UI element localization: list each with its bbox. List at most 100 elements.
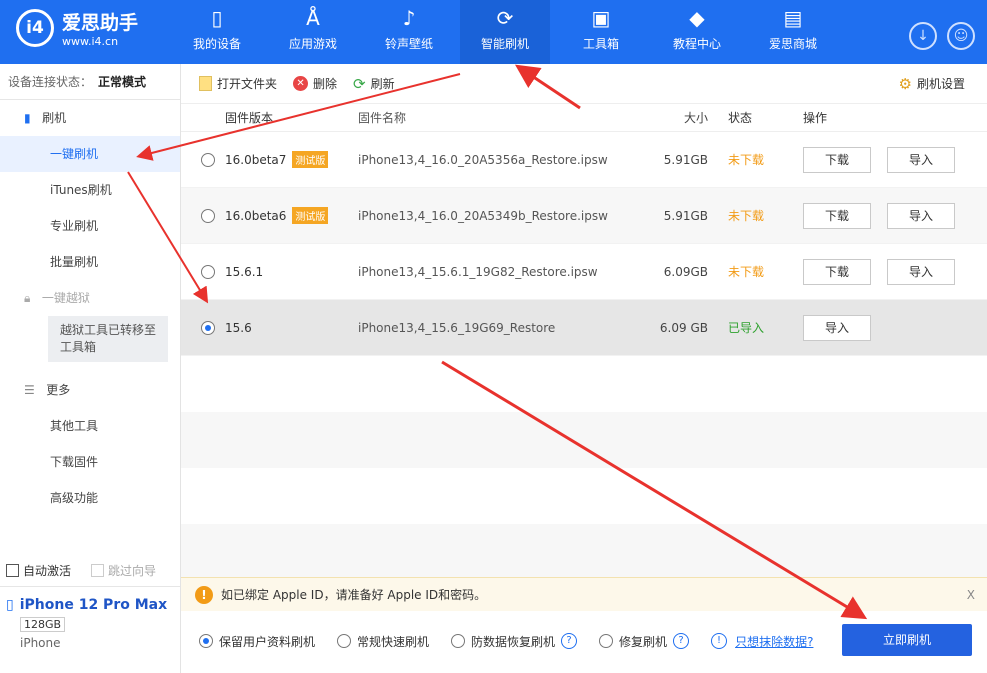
menu-icon: ☰ (24, 383, 35, 397)
button-label: 删除 (313, 75, 337, 92)
top-bar: i4 爱思助手www.i4.cn ▯我的设备 Å应用游戏 ♪铃声壁纸 ⟳智能刷机… (0, 0, 987, 64)
radio (599, 634, 613, 648)
open-folder-button[interactable]: 打开文件夹 (199, 75, 277, 92)
checkbox-label: 跳过向导 (108, 562, 156, 579)
firmware-size: 6.09 GB (648, 321, 708, 335)
help-icon[interactable]: ? (673, 633, 689, 649)
option-quick-flash[interactable]: 常规快速刷机 (337, 633, 429, 650)
folder-icon (199, 76, 212, 91)
sidebar-section-flash[interactable]: ▮ 刷机 (0, 100, 180, 136)
device-type: iPhone (20, 636, 174, 650)
table-row[interactable]: 15.6 iPhone13,4_15.6_19G69_Restore 6.09 … (181, 300, 987, 356)
table-row[interactable]: 16.0beta6测试版 iPhone13,4_16.0_20A5349b_Re… (181, 188, 987, 244)
table-row[interactable]: 16.0beta7测试版 iPhone13,4_16.0_20A5356a_Re… (181, 132, 987, 188)
skip-guide-checkbox[interactable]: 跳过向导 (91, 562, 156, 579)
import-button[interactable]: 导入 (803, 315, 871, 341)
apple-id-warning: ! 如已绑定 Apple ID，请准备好 Apple ID和密码。 X (181, 577, 987, 611)
nav-tutorials[interactable]: ◆ 教程中心 (652, 0, 742, 64)
nav-smart-flash[interactable]: ⟳智能刷机 (460, 0, 550, 64)
sidebar-item-batch-flash[interactable]: 批量刷机 (0, 244, 180, 280)
refresh-button[interactable]: ⟳刷新 (353, 75, 395, 93)
help-icon[interactable]: ? (561, 633, 577, 649)
nav-ringtones[interactable]: ♪铃声壁纸 (364, 0, 454, 64)
option-anti-recovery[interactable]: 防数据恢复刷机? (451, 633, 577, 650)
section-label: 一键越狱 (42, 291, 90, 305)
firmware-radio[interactable] (201, 153, 215, 167)
option-keep-data[interactable]: 保留用户资料刷机 (199, 633, 315, 650)
radio (451, 634, 465, 648)
sidebar-item-advanced[interactable]: 高级功能 (0, 480, 180, 516)
firmware-size: 6.09GB (648, 265, 708, 279)
flash-now-button[interactable]: 立即刷机 (842, 624, 972, 656)
nav-label: 工具箱 (556, 35, 646, 52)
nav-apps[interactable]: Å 应用游戏 (268, 0, 358, 64)
import-button[interactable]: 导入 (887, 147, 955, 173)
header-actions: 操作 (793, 109, 827, 126)
erase-data-link[interactable]: 只想抹除数据? (735, 633, 813, 650)
import-button[interactable]: 导入 (887, 203, 955, 229)
nav-label: 智能刷机 (460, 35, 550, 52)
delete-icon: ✕ (293, 76, 308, 91)
download-icon[interactable]: ↓ (909, 22, 937, 50)
firmware-radio[interactable] (201, 209, 215, 223)
nav-toolbox[interactable]: ▣工具箱 (556, 0, 646, 64)
lock-icon: 🔒︎ (24, 291, 30, 305)
nav-label: 应用游戏 (268, 35, 358, 52)
option-label: 防数据恢复刷机 (471, 633, 555, 650)
status-label: 设备连接状态： (8, 75, 92, 89)
firmware-version: 15.6 (225, 321, 252, 335)
sidebar-item-download-firmware[interactable]: 下载固件 (0, 444, 180, 480)
delete-button[interactable]: ✕ 删除 (293, 75, 337, 92)
close-icon[interactable]: X (967, 588, 975, 602)
sidebar-item-one-click-flash[interactable]: 一键刷机 (0, 136, 180, 172)
warning-text: 如已绑定 Apple ID，请准备好 Apple ID和密码。 (221, 586, 486, 603)
header-status: 状态 (708, 109, 793, 126)
firmware-name: iPhone13,4_15.6.1_19G82_Restore.ipsw (358, 265, 648, 279)
connection-status: 设备连接状态： 正常模式 (0, 64, 180, 100)
nav-label: 我的设备 (172, 35, 262, 52)
option-repair-flash[interactable]: 修复刷机? (599, 633, 689, 650)
table-row[interactable]: 15.6.1 iPhone13,4_15.6.1_19G82_Restore.i… (181, 244, 987, 300)
user-icon[interactable]: ☺ (947, 22, 975, 50)
download-button[interactable]: 下载 (803, 147, 871, 173)
button-label: 打开文件夹 (217, 75, 277, 92)
sidebar-item-itunes-flash[interactable]: iTunes刷机 (0, 172, 180, 208)
flash-options: 保留用户资料刷机 常规快速刷机 防数据恢复刷机? 修复刷机? ! 只想抹除数据?… (181, 612, 987, 670)
firmware-radio[interactable] (201, 265, 215, 279)
button-label: 刷机设置 (917, 75, 965, 92)
phone-icon: ▯ (172, 0, 262, 30)
firmware-radio[interactable] (201, 321, 215, 335)
beta-badge: 测试版 (292, 151, 328, 168)
firmware-size: 5.91GB (648, 153, 708, 167)
firmware-status: 未下载 (708, 151, 793, 168)
auto-activate-checkbox[interactable]: 自动激活 (6, 562, 71, 579)
nav-store[interactable]: ▤爱思商城 (748, 0, 838, 64)
phone-icon: ▯ (6, 597, 14, 613)
info-icon: ! (711, 633, 727, 649)
radio (337, 634, 351, 648)
jailbreak-note: 越狱工具已转移至工具箱 (48, 316, 168, 362)
graduation-icon: ◆ (652, 0, 742, 30)
firmware-version: 15.6.1 (225, 265, 263, 279)
sidebar: 设备连接状态： 正常模式 ▮ 刷机 一键刷机 iTunes刷机 专业刷机 批量刷机… (0, 64, 181, 673)
sidebar-item-pro-flash[interactable]: 专业刷机 (0, 208, 180, 244)
appstore-icon: Å (268, 0, 358, 30)
app-name: 爱思助手 (62, 8, 138, 35)
option-label: 修复刷机 (619, 633, 667, 650)
nav-my-device[interactable]: ▯ 我的设备 (172, 0, 262, 64)
sidebar-item-other-tools[interactable]: 其他工具 (0, 408, 180, 444)
firmware-name: iPhone13,4_15.6_19G69_Restore (358, 321, 648, 335)
flash-settings-button[interactable]: ⚙刷机设置 (899, 75, 965, 93)
firmware-version: 16.0beta6 (225, 209, 286, 223)
toolbar: 打开文件夹 ✕ 删除 ⟳刷新 ⚙刷机设置 (181, 64, 987, 104)
firmware-status: 已导入 (708, 319, 793, 336)
import-button[interactable]: 导入 (887, 259, 955, 285)
section-label: 刷机 (42, 111, 66, 125)
sidebar-section-more[interactable]: ☰ 更多 (0, 372, 180, 408)
download-button[interactable]: 下载 (803, 203, 871, 229)
download-button[interactable]: 下载 (803, 259, 871, 285)
refresh-icon: ⟳ (353, 75, 366, 93)
status-value: 正常模式 (98, 75, 146, 89)
nav-label: 教程中心 (652, 35, 742, 52)
header-version: 固件版本 (181, 109, 358, 126)
